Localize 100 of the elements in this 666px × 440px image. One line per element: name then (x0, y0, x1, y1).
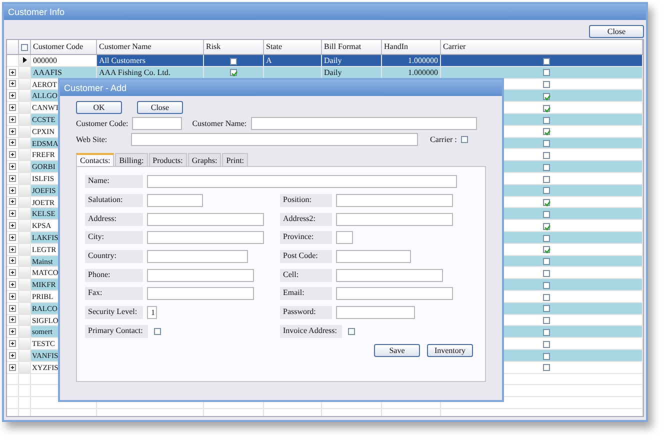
checkbox[interactable] (543, 69, 550, 76)
input-field[interactable] (131, 133, 418, 146)
input-field[interactable] (336, 194, 453, 207)
tab[interactable]: Graphs: (188, 153, 222, 166)
input-field[interactable] (147, 250, 248, 263)
checkbox[interactable] (543, 187, 550, 194)
checkbox[interactable] (543, 282, 550, 289)
field-label: Fax: (85, 287, 143, 300)
tab[interactable]: Products: (148, 153, 187, 166)
expand-icon[interactable] (9, 316, 16, 324)
expand-icon[interactable] (9, 163, 16, 170)
input-field[interactable] (336, 212, 453, 226)
field-label: Salutation: (85, 194, 143, 207)
expand-icon[interactable] (9, 352, 16, 359)
expand-icon[interactable] (9, 328, 16, 336)
checkbox[interactable] (543, 152, 550, 160)
expand-icon[interactable] (9, 364, 16, 371)
expand-icon[interactable] (9, 292, 16, 300)
expand-icon[interactable] (9, 304, 16, 312)
checkbox[interactable] (543, 364, 550, 372)
checkbox[interactable] (543, 328, 550, 336)
tab[interactable]: Billing: (115, 153, 148, 166)
checkbox[interactable] (154, 328, 161, 335)
checkbox[interactable] (543, 140, 550, 148)
column-header[interactable]: Risk (204, 40, 264, 54)
expand-icon[interactable] (9, 222, 16, 230)
expand-icon[interactable] (9, 198, 16, 206)
table-row[interactable]: 000000 All Customers A Daily 1.000000 (7, 55, 643, 67)
checkbox[interactable] (543, 305, 550, 312)
column-chooser-icon[interactable] (21, 44, 28, 50)
inventory-button[interactable]: Inventory (427, 344, 473, 358)
expand-icon[interactable] (9, 269, 16, 276)
expand-icon[interactable] (9, 186, 16, 194)
field-label: Password: (280, 306, 332, 319)
input-field[interactable] (336, 287, 453, 300)
checkbox[interactable] (543, 128, 550, 136)
row-selector[interactable] (19, 55, 31, 66)
input-field[interactable] (147, 175, 457, 188)
expand-icon[interactable] (9, 139, 16, 146)
checkbox[interactable] (543, 340, 550, 348)
input-field[interactable] (336, 306, 415, 319)
expand-icon[interactable] (9, 340, 16, 348)
checkbox[interactable] (543, 222, 550, 230)
expand-icon[interactable] (9, 234, 16, 241)
checkbox[interactable] (543, 234, 550, 242)
ok-button[interactable]: OK (76, 101, 122, 114)
expand-icon[interactable] (9, 246, 16, 253)
column-header[interactable]: HandIn (382, 40, 441, 54)
checkbox[interactable] (543, 270, 550, 277)
checkbox[interactable] (543, 294, 550, 301)
expand-icon[interactable] (9, 151, 16, 158)
table-row[interactable]: AAAFIS AAA Fishing Co. Ltd. Daily 1.000000 (7, 66, 643, 79)
input-field[interactable] (336, 268, 443, 282)
checkbox[interactable] (543, 93, 550, 100)
save-button[interactable]: Save (374, 344, 420, 358)
input-field[interactable] (336, 231, 353, 244)
checkbox[interactable] (543, 81, 550, 88)
close-button[interactable]: Close (137, 101, 183, 114)
checkbox[interactable] (230, 58, 237, 65)
checkbox[interactable] (543, 258, 550, 266)
expand-icon[interactable] (9, 80, 16, 88)
tab[interactable]: Print: (222, 153, 248, 166)
column-header[interactable]: Customer Code (31, 40, 97, 54)
input-field[interactable] (336, 250, 411, 263)
input-field[interactable] (147, 268, 254, 282)
expand-icon[interactable] (9, 257, 16, 264)
input-field[interactable] (132, 117, 182, 130)
input-field[interactable] (147, 212, 264, 226)
expand-icon[interactable] (9, 281, 16, 288)
column-header[interactable]: Bill Format (322, 40, 382, 54)
checkbox[interactable] (543, 211, 550, 218)
expand-icon[interactable] (9, 210, 16, 218)
checkbox[interactable] (543, 317, 550, 324)
checkbox[interactable] (230, 69, 237, 76)
expand-icon[interactable] (9, 68, 16, 76)
checkbox[interactable] (543, 104, 550, 112)
checkbox[interactable] (348, 328, 355, 335)
expand-icon[interactable] (9, 174, 16, 182)
column-header[interactable]: Customer Name (97, 40, 204, 54)
expand-icon[interactable] (9, 104, 16, 112)
checkbox[interactable] (543, 246, 550, 254)
input-field[interactable] (147, 231, 264, 244)
checkbox[interactable] (543, 352, 550, 360)
checkbox[interactable] (543, 199, 550, 206)
input-field[interactable] (147, 287, 254, 300)
checkbox[interactable] (460, 136, 468, 143)
expand-icon[interactable] (9, 92, 16, 100)
close-button[interactable]: Close (589, 25, 644, 38)
checkbox[interactable] (543, 58, 550, 65)
input-field[interactable] (250, 117, 477, 130)
input-field[interactable] (147, 194, 203, 207)
column-header[interactable]: Carrier (441, 40, 643, 54)
input-field[interactable]: 1 (147, 306, 157, 319)
expand-icon[interactable] (9, 128, 16, 135)
checkbox[interactable] (543, 164, 550, 171)
tab[interactable]: Contacts: (76, 153, 114, 166)
checkbox[interactable] (543, 176, 550, 183)
column-header[interactable]: State (264, 40, 322, 54)
checkbox[interactable] (543, 116, 550, 124)
expand-icon[interactable] (9, 116, 16, 123)
